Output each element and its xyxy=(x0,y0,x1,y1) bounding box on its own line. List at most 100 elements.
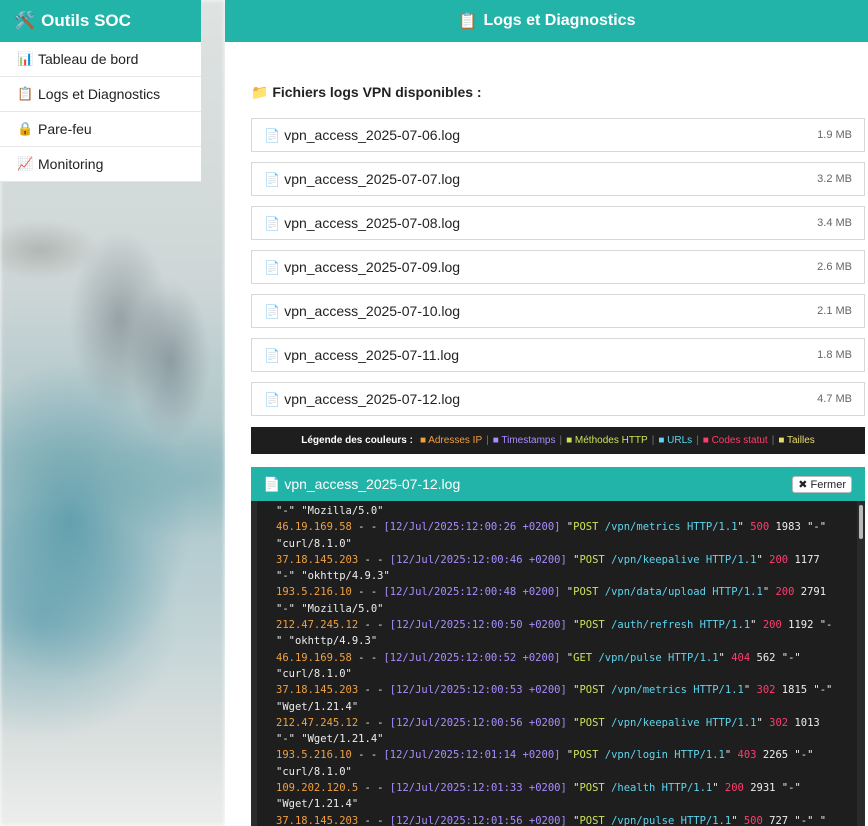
file-size: 4.7 MB xyxy=(817,393,852,405)
file-name: 📄 vpn_access_2025-07-08.log xyxy=(264,215,460,232)
folder-icon: 📁 xyxy=(251,84,269,100)
file-row[interactable]: 📄 vpn_access_2025-07-10.log 2.1 MB xyxy=(251,294,865,328)
legend-separator: | xyxy=(486,435,489,446)
file-row[interactable]: 📄 vpn_access_2025-07-07.log 3.2 MB xyxy=(251,162,865,196)
log-token: - - xyxy=(358,553,390,566)
sidebar-item-label: Tableau de bord xyxy=(38,51,139,67)
log-token: [12/Jul/2025:12:00:46 +0200] xyxy=(389,553,567,566)
file-row[interactable]: 📄 vpn_access_2025-07-12.log 4.7 MB xyxy=(251,382,865,416)
tools-icon: 🛠️ xyxy=(14,11,36,30)
log-token: - - xyxy=(351,586,384,599)
file-name-label: vpn_access_2025-07-07.log xyxy=(284,170,461,187)
legend-item: ■ Timestamps xyxy=(492,435,556,446)
log-token: POST xyxy=(573,586,599,599)
sidebar-item-label: Logs et Diagnostics xyxy=(38,86,161,102)
log-token: " xyxy=(762,586,776,599)
log-token: 403 xyxy=(737,749,757,762)
file-name-label: vpn_access_2025-07-08.log xyxy=(284,214,461,231)
legend-separator: | xyxy=(696,435,699,446)
sidebar-brand[interactable]: 🛠️ Outils SOC xyxy=(0,0,201,42)
log-token: [12/Jul/2025:12:00:52 +0200] xyxy=(383,651,561,664)
file-row[interactable]: 📄 vpn_access_2025-07-09.log 2.6 MB xyxy=(251,250,865,284)
log-token: 37.18.145.203 xyxy=(276,814,359,826)
log-token: /health HTTP/1.1 xyxy=(611,782,713,795)
main-content: 📋 Logs et Diagnostics 📁 Fichiers logs VP… xyxy=(225,0,868,826)
legend-separator: | xyxy=(771,435,775,446)
legend-separator: | xyxy=(559,435,563,446)
file-size: 2.1 MB xyxy=(817,305,852,317)
log-token: [12/Jul/2025:12:00:48 +0200] xyxy=(383,586,561,599)
log-token: - - xyxy=(358,814,390,826)
log-token: " xyxy=(566,684,580,697)
file-name: 📄 vpn_access_2025-07-11.log xyxy=(264,347,459,364)
log-token: 500 xyxy=(750,521,770,534)
log-token: " xyxy=(737,521,751,534)
sidebar-item-monitoring[interactable]: 📈 Monitoring xyxy=(0,147,201,182)
log-token: /vpn/keepalive HTTP/1.1 xyxy=(611,553,757,566)
scrollbar[interactable] xyxy=(857,501,865,826)
file-size: 2.6 MB xyxy=(817,261,852,273)
bar-chart-icon: 📊 xyxy=(17,51,34,66)
log-token: 46.19.169.58 xyxy=(276,521,352,534)
file-icon: 📄 xyxy=(264,259,281,275)
legend-title: Légende des couleurs : xyxy=(301,435,413,446)
sidebar-menu: 📊 Tableau de bord 📋 Logs et Diagnostics … xyxy=(0,42,201,182)
log-token: POST xyxy=(579,716,605,729)
legend-separator: | xyxy=(651,435,655,446)
file-icon: 📄 xyxy=(264,127,281,143)
color-legend: Légende des couleurs : ■ Adresses IP | ■ T… xyxy=(251,427,865,454)
sidebar: 🛠️ Outils SOC 📊 Tableau de bord 📋 Logs e… xyxy=(0,0,201,182)
brand-label: Outils SOC xyxy=(41,11,131,30)
log-console[interactable]: "-" "Mozilla/5.0" 46.19.169.58 - - [12/J… xyxy=(251,501,865,826)
log-token: [12/Jul/2025:12:01:56 +0200] xyxy=(389,814,567,826)
file-name: 📄 vpn_access_2025-07-09.log xyxy=(264,259,460,276)
legend-item: ■ URLs xyxy=(658,435,693,446)
log-token: POST xyxy=(579,782,605,795)
legend-item: ■ Méthodes HTTP xyxy=(566,435,648,446)
file-size: 3.2 MB xyxy=(817,173,852,185)
log-token: 200 xyxy=(724,782,744,795)
log-token: [12/Jul/2025:12:01:14 +0200] xyxy=(383,749,561,762)
log-token: 302 xyxy=(769,716,789,729)
page-title: Logs et Diagnostics xyxy=(483,12,636,29)
file-icon: 📄 xyxy=(264,215,281,231)
log-viewer: 📄 vpn_access_2025-07-12.log ✖ Fermer "-"… xyxy=(251,467,865,826)
log-token: [12/Jul/2025:12:00:56 +0200] xyxy=(389,716,567,729)
log-token: /vpn/keepalive HTTP/1.1 xyxy=(611,716,757,729)
close-button[interactable]: ✖ Fermer xyxy=(792,475,852,493)
log-token: /vpn/pulse HTTP/1.1 xyxy=(611,814,732,826)
log-token: 37.18.145.203 xyxy=(276,553,359,566)
log-token: " xyxy=(750,619,763,632)
file-row[interactable]: 📄 vpn_access_2025-07-06.log 1.9 MB xyxy=(251,118,865,152)
log-token: " xyxy=(712,782,725,795)
log-token: 404 xyxy=(731,651,751,664)
file-size: 1.8 MB xyxy=(817,349,852,361)
file-icon: 📄 xyxy=(264,171,281,187)
file-list: 📄 vpn_access_2025-07-06.log 1.9 MB 📄 vpn_acc… xyxy=(251,118,865,426)
sidebar-item-label: Pare-feu xyxy=(38,121,92,137)
log-token: " xyxy=(743,684,757,697)
log-token: [12/Jul/2025:12:01:33 +0200] xyxy=(389,782,567,795)
log-token: - - xyxy=(351,521,384,534)
file-row[interactable]: 📄 vpn_access_2025-07-08.log 3.4 MB xyxy=(251,206,865,240)
log-token: [12/Jul/2025:12:00:50 +0200] xyxy=(389,619,567,632)
log-token: " xyxy=(724,749,738,762)
file-name: 📄 vpn_access_2025-07-07.log xyxy=(264,171,460,188)
clipboard-icon: 📋 xyxy=(17,86,34,101)
sidebar-item-logs[interactable]: 📋 Logs et Diagnostics xyxy=(0,77,201,112)
log-token: - - xyxy=(358,684,390,697)
log-token: " xyxy=(566,716,580,729)
legend-item: ■ Codes statut xyxy=(702,435,768,446)
file-name: 📄 vpn_access_2025-07-12.log xyxy=(264,391,460,408)
scroll-thumb[interactable] xyxy=(859,505,863,539)
log-token: GET xyxy=(573,651,593,664)
clipboard-icon: 📋 xyxy=(457,13,478,30)
log-token: - - xyxy=(358,782,390,795)
sidebar-item-firewall[interactable]: 🔒 Pare-feu xyxy=(0,112,201,147)
log-token: " xyxy=(560,651,574,664)
log-token: " xyxy=(560,586,574,599)
log-token: " xyxy=(566,782,580,795)
sidebar-item-dashboard[interactable]: 📊 Tableau de bord xyxy=(0,42,201,77)
log-token: /vpn/metrics HTTP/1.1 xyxy=(604,521,738,534)
file-row[interactable]: 📄 vpn_access_2025-07-11.log 1.8 MB xyxy=(251,338,865,372)
